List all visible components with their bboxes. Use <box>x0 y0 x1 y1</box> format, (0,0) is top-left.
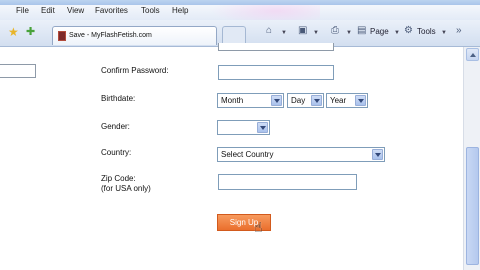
chevron-down-icon[interactable] <box>372 149 383 160</box>
menu-tools[interactable]: Tools <box>141 6 160 15</box>
zip-code-label: Zip Code: <box>101 174 136 183</box>
country-value: Select Country <box>221 150 274 159</box>
menu-edit[interactable]: Edit <box>41 6 55 15</box>
menu-file[interactable]: File <box>16 6 29 15</box>
scroll-up-button[interactable] <box>466 48 479 61</box>
menu-bar: File Edit View Favorites Tools Help <box>0 5 480 25</box>
page-content: Confirm Password: Birthdate: Month Day Y… <box>0 43 463 270</box>
chevron-down-icon[interactable] <box>271 95 282 106</box>
confirm-password-input[interactable] <box>218 65 334 80</box>
birth-year-value: Year <box>330 96 347 105</box>
home-icon[interactable]: ⌂ <box>266 25 272 36</box>
birthdate-label: Birthdate: <box>101 94 136 103</box>
birth-day-value: Day <box>291 96 306 105</box>
add-favorite-icon[interactable]: ✚ <box>26 25 35 38</box>
gear-icon: ⚙ <box>404 25 413 36</box>
site-favicon-icon <box>58 31 66 41</box>
chevron-down-icon[interactable]: ▼ <box>441 30 447 36</box>
vertical-scrollbar[interactable] <box>463 47 480 270</box>
country-label: Country: <box>101 148 132 157</box>
confirm-password-label: Confirm Password: <box>101 66 169 75</box>
page-icon: ▤ <box>357 25 367 36</box>
country-select[interactable]: Select Country <box>217 147 385 162</box>
page-menu-button[interactable]: Page <box>370 27 389 36</box>
chevron-down-icon[interactable]: ▼ <box>313 30 319 36</box>
gender-select[interactable] <box>217 120 270 135</box>
menu-favorites[interactable]: Favorites <box>95 6 128 15</box>
zip-code-note: (for USA only) <box>101 184 151 193</box>
more-tools-icon[interactable]: » <box>456 25 462 36</box>
star-icon[interactable]: ★ <box>8 25 19 39</box>
print-icon[interactable]: ⎙ <box>331 25 339 36</box>
chevron-down-icon[interactable] <box>355 95 366 106</box>
birth-year-select[interactable]: Year <box>326 93 368 108</box>
tools-menu-button[interactable]: Tools <box>417 27 436 36</box>
birth-month-select[interactable]: Month <box>217 93 284 108</box>
scrollbar-thumb[interactable] <box>466 147 479 265</box>
left-input-partial[interactable] <box>0 64 36 78</box>
tab-title: Save - MyFlashFetish.com <box>69 32 152 39</box>
menu-help[interactable]: Help <box>172 6 188 15</box>
chevron-down-icon[interactable]: ▼ <box>281 30 287 36</box>
browser-tab[interactable]: Save - MyFlashFetish.com <box>52 26 217 45</box>
chevron-down-icon[interactable] <box>257 122 268 133</box>
chevron-down-icon[interactable] <box>311 95 322 106</box>
chevron-down-icon[interactable]: ▼ <box>346 30 352 36</box>
birth-month-value: Month <box>221 96 244 105</box>
zip-code-input[interactable] <box>218 174 357 190</box>
gender-label: Gender: <box>101 122 130 131</box>
feeds-icon[interactable]: ▣ <box>298 25 307 36</box>
password-input-partial[interactable] <box>218 43 334 51</box>
chevron-down-icon[interactable]: ▼ <box>394 30 400 36</box>
menu-view[interactable]: View <box>67 6 84 15</box>
birth-day-select[interactable]: Day <box>287 93 324 108</box>
mouse-pointer-icon: ☝ <box>254 219 263 235</box>
